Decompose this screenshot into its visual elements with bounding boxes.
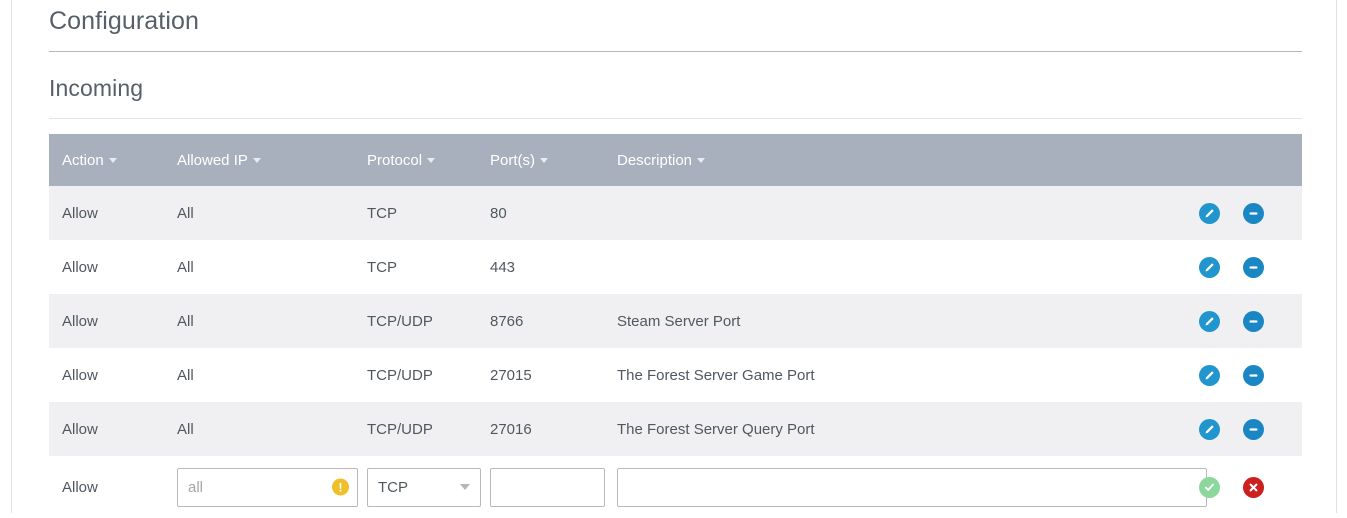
edit-rule-button[interactable] [1199, 256, 1220, 278]
cell-protocol: TCP [354, 240, 477, 294]
allowed-ip-input[interactable] [177, 467, 358, 507]
cell-description [604, 186, 1195, 240]
delete-rule-button[interactable] [1243, 364, 1264, 386]
cell-description [604, 240, 1195, 294]
cell-description: The Forest Server Query Port [604, 402, 1195, 456]
description-input[interactable] [617, 467, 1207, 507]
subsection-title: Incoming [49, 75, 144, 101]
chevron-down-icon [697, 157, 706, 163]
cell-ports: 27016 [477, 402, 604, 456]
chevron-down-icon [252, 157, 261, 163]
cell-protocol: TCP/UDP [354, 348, 477, 402]
column-header-action[interactable]: Action [49, 134, 164, 186]
cell-operations [1195, 186, 1302, 240]
firewall-rules-table: Action Allowed IP Protocol Port(s) Descr… [49, 134, 1302, 518]
chevron-down-icon [460, 484, 470, 490]
edit-rule-button[interactable] [1199, 364, 1220, 386]
column-header-operations [1195, 134, 1302, 186]
page-content: Configuration Incoming Action Allowed IP… [49, 0, 1302, 518]
ports-input[interactable] [490, 467, 605, 507]
protocol-select-value: TCP [378, 478, 408, 496]
new-rule-allowed-ip-cell: ! [164, 456, 358, 518]
column-header-action-label: Action [62, 151, 104, 169]
new-rule-description-cell [604, 456, 1207, 518]
cell-ports: 443 [477, 240, 604, 294]
cell-ports: 27015 [477, 348, 604, 402]
table-header-row: Action Allowed IP Protocol Port(s) Descr… [49, 134, 1302, 186]
edit-rule-button[interactable] [1199, 418, 1220, 440]
page-title: Configuration [49, 7, 200, 35]
cell-allowed-ip: All [164, 402, 354, 456]
cell-protocol: TCP/UDP [354, 402, 477, 456]
table-row: Allow All TCP/UDP 8766 Steam Server Port [49, 294, 1302, 348]
cell-action: Allow [49, 294, 164, 348]
new-rule-action-label: Allow [49, 456, 164, 518]
subsection-divider [49, 118, 1302, 119]
delete-rule-button[interactable] [1243, 418, 1264, 440]
column-header-description-label: Description [617, 151, 693, 169]
column-header-allowed-ip-label: Allowed IP [177, 151, 248, 169]
cell-action: Allow [49, 240, 164, 294]
edit-rule-button[interactable] [1199, 310, 1220, 332]
cancel-rule-button[interactable] [1243, 476, 1264, 498]
cell-allowed-ip: All [164, 348, 354, 402]
cell-ports: 80 [477, 186, 604, 240]
cell-allowed-ip: All [164, 186, 354, 240]
cell-allowed-ip: All [164, 294, 354, 348]
table-row: Allow All TCP 80 [49, 186, 1302, 240]
delete-rule-button[interactable] [1243, 256, 1264, 278]
column-header-ports-label: Port(s) [490, 151, 535, 169]
new-rule-protocol-cell: TCP [354, 456, 481, 518]
table-row: Allow All TCP/UDP 27015 The Forest Serve… [49, 348, 1302, 402]
cell-allowed-ip: All [164, 240, 354, 294]
table-body: Allow All TCP 80 Allow All TCP 443 Allow… [49, 186, 1302, 518]
new-rule-ports-cell [477, 456, 605, 518]
cell-ports: 8766 [477, 294, 604, 348]
new-rule-operations [1195, 456, 1302, 518]
column-header-allowed-ip[interactable]: Allowed IP [164, 134, 354, 186]
confirm-rule-button[interactable] [1199, 476, 1220, 498]
cell-operations [1195, 348, 1302, 402]
cell-action: Allow [49, 186, 164, 240]
page-frame: Configuration Incoming Action Allowed IP… [11, 0, 1337, 518]
column-header-protocol-label: Protocol [367, 151, 423, 169]
cell-description: Steam Server Port [604, 294, 1195, 348]
column-header-description[interactable]: Description [604, 134, 1195, 186]
cell-action: Allow [49, 402, 164, 456]
delete-rule-button[interactable] [1243, 202, 1264, 224]
column-header-ports[interactable]: Port(s) [477, 134, 604, 186]
delete-rule-button[interactable] [1243, 310, 1264, 332]
chevron-down-icon [108, 157, 117, 163]
table-row: Allow All TCP 443 [49, 240, 1302, 294]
table-row: Allow All TCP/UDP 27016 The Forest Serve… [49, 402, 1302, 456]
cell-action: Allow [49, 348, 164, 402]
cell-protocol: TCP/UDP [354, 294, 477, 348]
warning-icon: ! [332, 478, 349, 496]
table-header: Action Allowed IP Protocol Port(s) Descr… [49, 134, 1302, 186]
cell-operations [1195, 402, 1302, 456]
new-rule-row: Allow ! TCP [49, 456, 1302, 518]
cell-operations [1195, 240, 1302, 294]
chevron-down-icon [540, 157, 548, 163]
cell-description: The Forest Server Game Port [604, 348, 1195, 402]
protocol-select[interactable]: TCP [367, 467, 481, 507]
edit-rule-button[interactable] [1199, 202, 1220, 224]
column-header-protocol[interactable]: Protocol [354, 134, 477, 186]
cell-operations [1195, 294, 1302, 348]
chevron-down-icon [427, 157, 436, 163]
cell-protocol: TCP [354, 186, 477, 240]
